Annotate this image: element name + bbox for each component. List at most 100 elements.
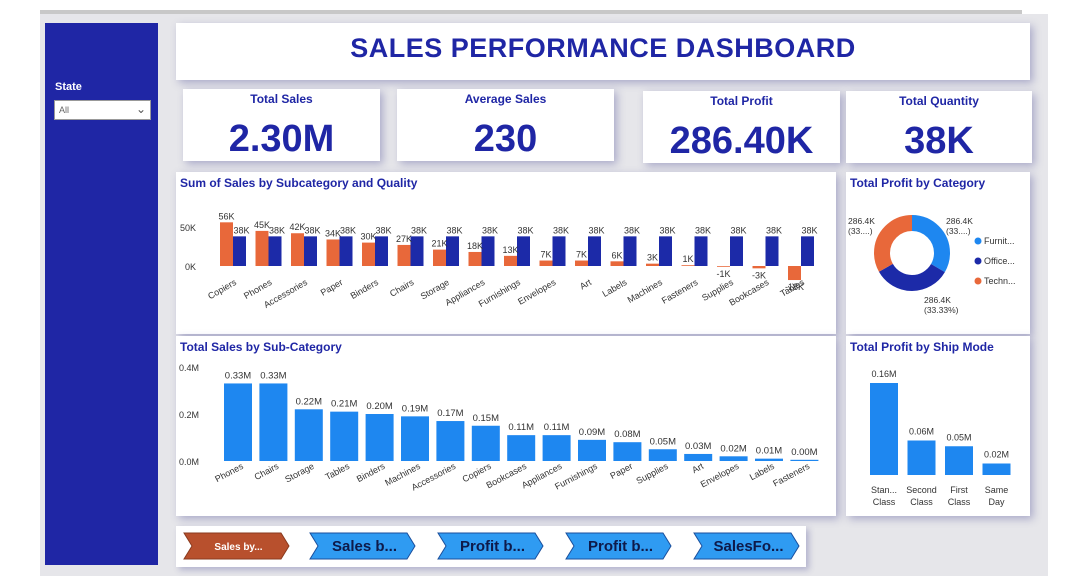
bar-series-1[interactable] (610, 261, 624, 266)
nav-button-label[interactable]: Profit b... (588, 538, 653, 555)
bar-series-2[interactable] (339, 236, 353, 266)
data-label: 0.03M (685, 441, 711, 452)
bar[interactable] (648, 449, 677, 461)
bar-series-1[interactable] (504, 255, 517, 266)
x-tick-label: Binders (349, 277, 381, 301)
data-label: 38K (801, 225, 817, 235)
data-label: 0.21M (331, 399, 357, 410)
bar-series-2[interactable] (375, 236, 388, 266)
bar-series-1[interactable] (433, 249, 446, 266)
bar[interactable] (294, 409, 323, 461)
bar-series-1[interactable] (397, 244, 411, 266)
data-label: 38K (446, 225, 462, 235)
kpi-value: 38K (904, 120, 974, 162)
bar-series-1[interactable] (681, 265, 695, 266)
x-tick-label: Labels (601, 277, 629, 299)
slice-percent-label: (33....) (946, 226, 971, 236)
nav-button-label[interactable]: Sales by... (214, 542, 262, 553)
bar-series-2[interactable] (268, 236, 282, 266)
kpi-total-quantity[interactable]: Total Quantity 38K (846, 91, 1032, 163)
state-filter-dropdown[interactable]: All ⌄ (54, 100, 151, 120)
bar[interactable] (471, 425, 500, 461)
bar[interactable] (613, 442, 642, 461)
data-label: 7K (576, 250, 587, 260)
bar-series-2[interactable] (801, 236, 814, 266)
bar-series-2[interactable] (410, 236, 424, 266)
bar-series-1[interactable] (326, 239, 340, 266)
x-tick-label: Envelopes (699, 461, 741, 490)
legend-marker (974, 237, 982, 245)
bar[interactable] (507, 435, 536, 461)
bar-series-2[interactable] (659, 236, 672, 266)
bar-series-2[interactable] (552, 236, 566, 266)
bar-series-2[interactable] (517, 236, 530, 266)
bar[interactable] (755, 458, 783, 461)
bar[interactable] (945, 446, 973, 475)
bar[interactable] (870, 383, 898, 475)
bar[interactable] (259, 383, 288, 461)
subcategory-quality-chart[interactable]: 50K0K56K38KCopiers45K38KPhones42K38KAcce… (176, 172, 836, 334)
legend-item[interactable]: Techn... (984, 276, 1016, 286)
data-label: 0.16M (871, 369, 896, 379)
page-navigation: Sales by... Sales b... Profit b... Profit b… (176, 526, 806, 567)
bar[interactable] (330, 411, 359, 461)
bar[interactable] (542, 435, 571, 461)
bar[interactable] (436, 421, 465, 461)
bar-series-2[interactable] (623, 236, 637, 266)
legend-item[interactable]: Office... (984, 256, 1015, 266)
kpi-total-profit[interactable]: Total Profit 286.40K (643, 91, 840, 163)
bar[interactable] (578, 439, 606, 461)
bar[interactable] (790, 459, 819, 461)
bar[interactable] (365, 414, 394, 461)
data-label: 38K (730, 225, 746, 235)
bar[interactable] (224, 383, 252, 461)
bar-series-1[interactable] (291, 233, 304, 266)
bar-series-2[interactable] (765, 236, 779, 266)
x-tick-label: Tables (323, 461, 351, 482)
bar[interactable] (982, 463, 1011, 476)
bar-series-2[interactable] (694, 236, 708, 266)
bar-series-1[interactable] (539, 260, 553, 266)
kpi-total-sales[interactable]: Total Sales 2.30M (183, 89, 380, 161)
data-label: 0.09M (579, 427, 605, 438)
bar-series-2[interactable] (730, 236, 743, 266)
x-tick-label: Chairs (253, 461, 281, 482)
bar[interactable] (684, 453, 713, 461)
bar-series-2[interactable] (588, 236, 601, 266)
profit-by-ship-mode-card[interactable]: Total Profit by Ship Mode 0.16M Stan... Cl… (846, 336, 1030, 516)
nav-button-label[interactable]: Profit b... (460, 538, 525, 555)
bar[interactable] (401, 416, 429, 461)
bar-series-2[interactable] (481, 236, 495, 266)
slice-percent-label: (33.33%) (924, 305, 959, 315)
bar[interactable] (907, 440, 936, 476)
bar-series-1[interactable] (255, 230, 269, 266)
bar[interactable] (719, 456, 748, 461)
nav-button-label[interactable]: Sales b... (332, 538, 397, 555)
profit-by-category-card[interactable]: Total Profit by Category 286.4K (33....) 2… (846, 172, 1030, 334)
profit-by-category-donut[interactable]: 286.4K(33....)286.4K(33.33%)286.4K(33...… (846, 172, 1030, 334)
top-scrollbar[interactable] (40, 0, 1022, 14)
bar-series-2[interactable] (304, 236, 317, 266)
sales-by-subcategory-card[interactable]: Total Sales by Sub-Category 0.0M 0.2M 0.4M… (176, 336, 836, 516)
bar-series-1[interactable] (752, 266, 766, 269)
bar-series-1[interactable] (717, 266, 730, 267)
data-label: 38K (375, 225, 391, 235)
bar-series-2[interactable] (446, 236, 459, 266)
bar-series-1[interactable] (362, 242, 375, 266)
x-tick-label: Fasteners (660, 277, 700, 306)
bar-series-2[interactable] (233, 236, 246, 266)
data-label: 18K (467, 241, 483, 251)
x-tick-label: Tables (778, 277, 806, 299)
bar-series-1[interactable] (220, 222, 233, 266)
data-label: 38K (340, 225, 356, 235)
subcategory-quality-chart-card[interactable]: Sum of Sales by Subcategory and Quality … (176, 172, 836, 334)
bar-series-1[interactable] (468, 251, 482, 266)
legend-item[interactable]: Furnit... (984, 236, 1015, 246)
bar-series-1[interactable] (575, 260, 588, 266)
sales-by-subcategory-chart[interactable]: 0.0M 0.2M 0.4M 0.33M Phones 0.33M Chairs 0.22M S… (176, 336, 836, 516)
nav-button-label[interactable]: SalesFo... (713, 538, 783, 555)
kpi-average-sales[interactable]: Average Sales 230 (397, 89, 614, 161)
page-navigation-buttons[interactable]: Sales by... Sales b... Profit b... Profit b… (176, 526, 806, 567)
profit-by-ship-mode-chart[interactable]: 0.16M Stan... Class 0.06M Second Class 0.05M Fi… (846, 336, 1030, 516)
bar-series-1[interactable] (646, 263, 659, 266)
